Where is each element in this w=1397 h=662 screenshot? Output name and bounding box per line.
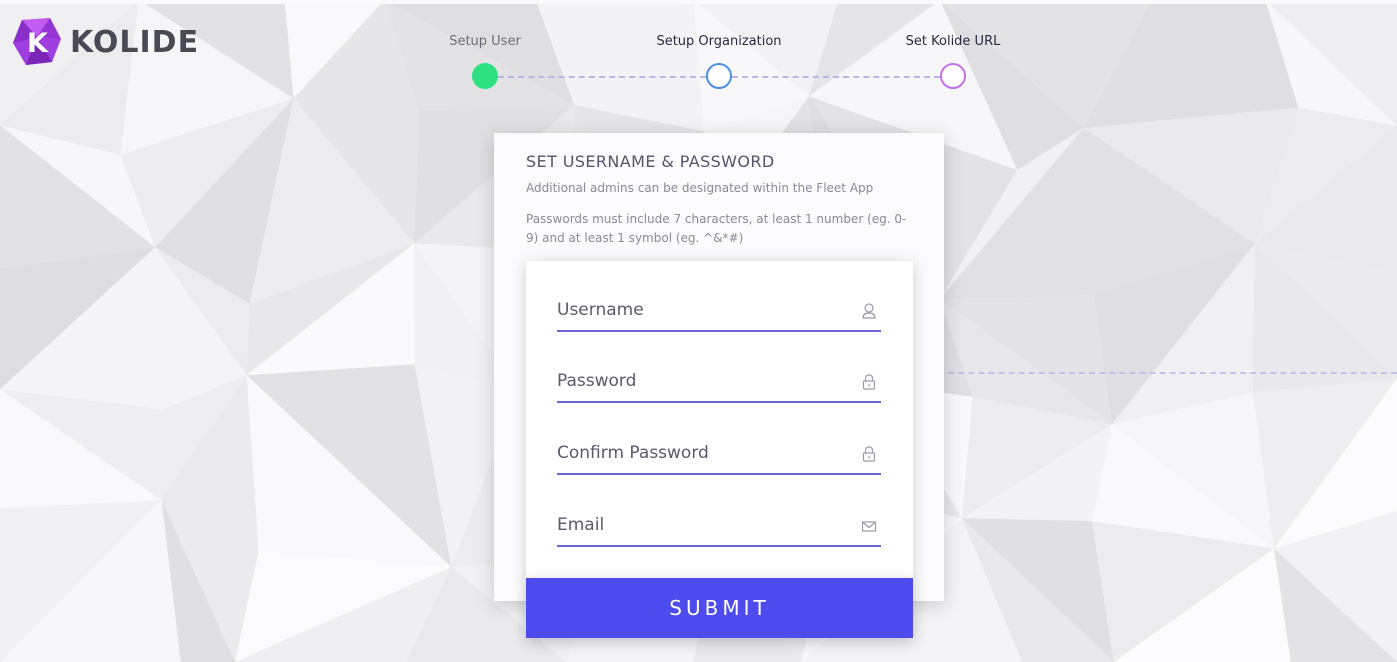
lock-icon: [862, 446, 876, 462]
step-label-set-kolide-url: Set Kolide URL: [905, 34, 1001, 49]
username-input[interactable]: [557, 292, 847, 328]
password-input[interactable]: [557, 363, 847, 399]
step-connector-1: [498, 76, 706, 78]
kolide-logo[interactable]: K KOLIDE: [12, 17, 199, 67]
step-label-setup-user: Setup User: [449, 34, 521, 49]
next-step-connector: [918, 372, 1397, 374]
top-border: [0, 0, 1397, 4]
email-field: [557, 507, 881, 547]
step-indicator-setup-user: [472, 63, 498, 89]
step-connector-2: [732, 76, 940, 78]
card-title: SET USERNAME & PASSWORD: [526, 152, 775, 171]
step-label-setup-organization: Setup Organization: [656, 34, 782, 49]
step-indicator-setup-organization: [706, 63, 732, 89]
lock-icon: [862, 374, 876, 390]
card-subtitle: Additional admins can be designated with…: [526, 181, 874, 195]
svg-text:K: K: [27, 28, 49, 59]
email-input[interactable]: [557, 507, 847, 543]
setup-user-form: [526, 261, 913, 579]
username-field: [557, 292, 881, 332]
confirm-password-input[interactable]: [557, 435, 847, 471]
submit-button[interactable]: SUBMIT: [526, 578, 913, 638]
step-indicator-set-kolide-url: [940, 63, 966, 89]
kolide-logo-icon: K: [13, 18, 61, 65]
confirm-password-field: [557, 435, 881, 475]
envelope-icon: [861, 521, 877, 532]
password-field: [557, 363, 881, 403]
password-requirements: Passwords must include 7 characters, at …: [526, 212, 907, 245]
user-icon: [862, 303, 876, 319]
brand-name: KOLIDE: [70, 24, 200, 60]
